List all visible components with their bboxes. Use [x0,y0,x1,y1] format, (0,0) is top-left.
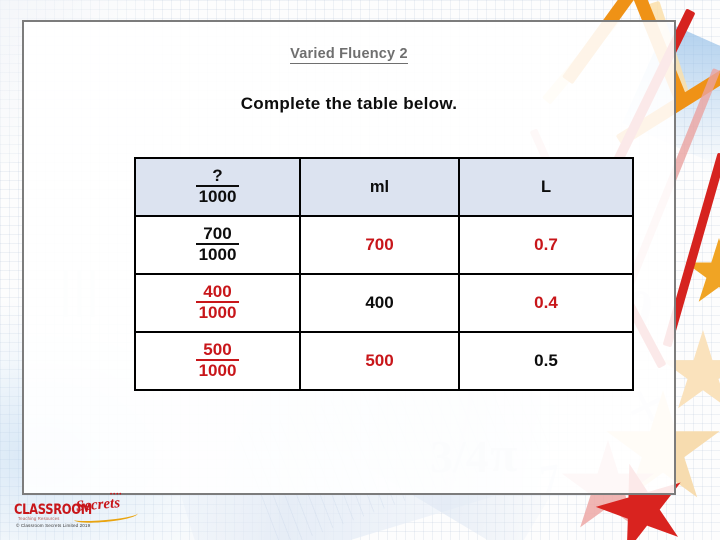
cell-ml-row-1[interactable]: 700 [299,215,460,275]
instruction-text: Complete the table below. [240,94,458,113]
fraction-row-2: 400 1000 [195,282,240,323]
table-row: 400 1000 400 0.4 [134,273,634,333]
logo-dots-icon: •••• [110,492,123,498]
cell-l-row-3[interactable]: 0.5 [458,331,634,391]
page-title-text: Varied Fluency 2 [290,46,408,64]
header-fraction-numerator: ? [195,166,240,188]
table-row: 500 1000 500 0.5 [134,331,634,391]
logo-tagline: Teaching Resources [18,516,60,521]
cell-ml-row-2[interactable]: 400 [299,273,460,333]
fraction-denominator: 1000 [198,245,237,265]
column-header-l: L [458,157,634,217]
cell-ml-row-3[interactable]: 500 [299,331,460,391]
fraction-numerator: 400 [195,282,240,304]
table-header: ? 1000 ml L [134,157,634,217]
header-fraction-denominator: 1000 [198,187,237,207]
cell-fraction-row-3[interactable]: 500 1000 [134,331,301,391]
fraction-denominator: 1000 [198,303,237,323]
fraction-numerator: 500 [195,340,240,362]
classroom-secrets-logo: CLASSROOM Secrets •••• Teaching Resource… [14,492,144,536]
table-row: 700 1000 700 0.7 [134,215,634,275]
page-title: Varied Fluency 2 [24,46,674,64]
fraction-numerator: 700 [195,224,240,246]
content-frame: Varied Fluency 2 Complete the table belo… [22,20,676,495]
fraction-row-3: 500 1000 [195,340,240,381]
cell-fraction-row-2[interactable]: 400 1000 [134,273,301,333]
table-header-row: ? 1000 ml L [134,157,634,217]
column-header-ml: ml [299,157,460,217]
copyright-notice: © Classroom Secrets Limited 2019 [16,523,91,528]
fraction-denominator: 1000 [198,361,237,381]
cell-fraction-row-1[interactable]: 700 1000 [134,215,301,275]
fraction-conversion-table: ? 1000 ml L 700 1000 700 0.7 400 1000 40… [134,157,634,391]
column-header-fraction: ? 1000 [134,157,301,217]
cell-l-row-2[interactable]: 0.4 [458,273,634,333]
cell-l-row-1[interactable]: 0.7 [458,215,634,275]
slide-canvas: 3/4 π × 0 7 ||| Varied Fluency 2 Complet… [0,0,720,540]
header-fraction: ? 1000 [195,166,240,207]
table-body: 700 1000 700 0.7 400 1000 400 0.4 500 10… [134,215,634,391]
fraction-row-1: 700 1000 [195,224,240,265]
